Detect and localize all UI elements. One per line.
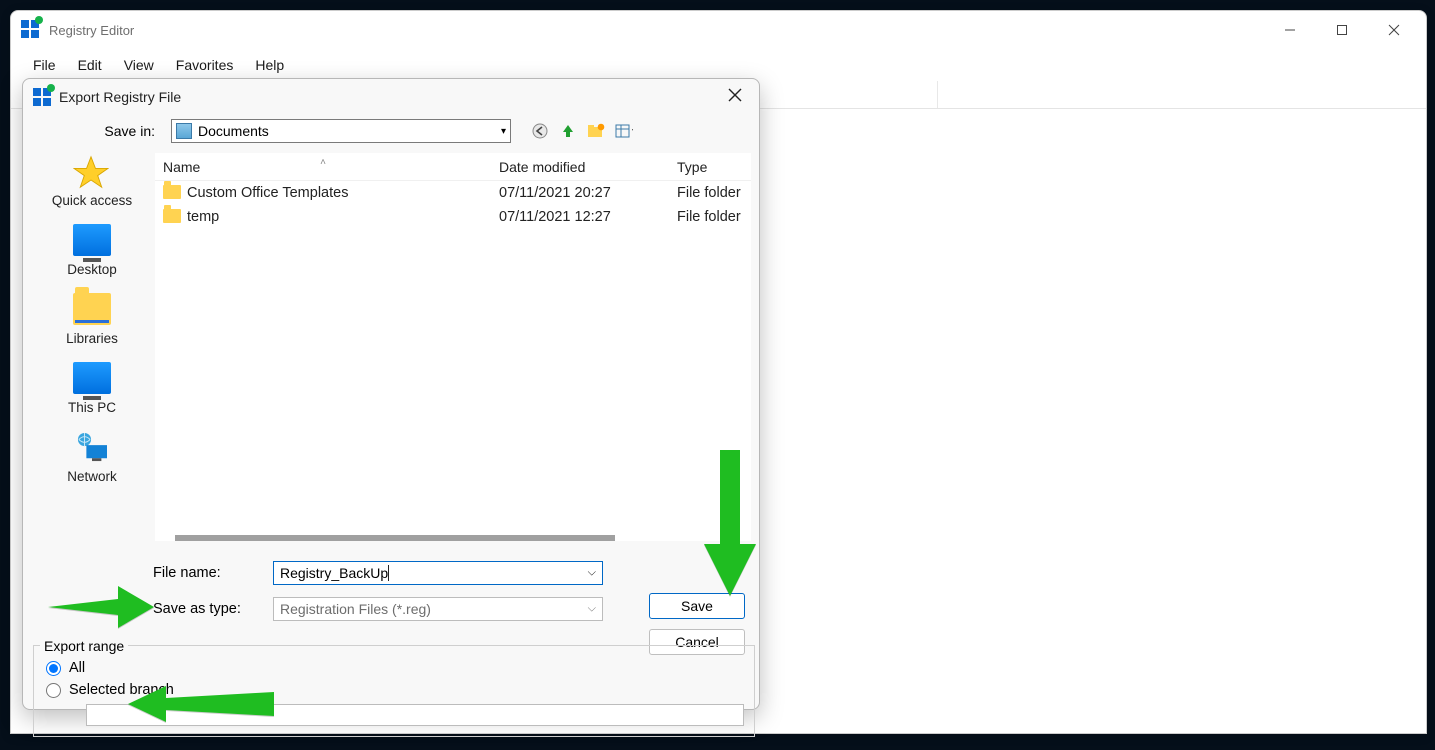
titlebar: Registry Editor	[11, 11, 1426, 49]
menu-help[interactable]: Help	[245, 53, 294, 77]
save-in-value: Documents	[198, 123, 269, 139]
export-range-legend: Export range	[40, 638, 128, 654]
menu-view[interactable]: View	[114, 53, 164, 77]
place-label: Network	[67, 469, 117, 484]
chevron-down-icon[interactable]: ⌵	[588, 567, 596, 580]
file-name-label: File name:	[153, 565, 273, 581]
list-header: Name˄ Date modified Type	[155, 153, 751, 181]
place-desktop[interactable]: Desktop	[31, 224, 153, 277]
place-label: Desktop	[67, 262, 117, 277]
place-network[interactable]: Network	[31, 431, 153, 484]
place-this-pc[interactable]: This PC	[31, 362, 153, 415]
dialog-toolbar	[531, 122, 633, 140]
maximize-button[interactable]	[1316, 11, 1368, 49]
list-item[interactable]: Custom Office Templates 07/11/2021 20:27…	[155, 181, 751, 205]
radio-all[interactable]	[46, 661, 61, 676]
annotation-arrow-filename	[46, 584, 156, 630]
dialog-app-icon	[33, 88, 51, 106]
place-libraries[interactable]: Libraries	[31, 293, 153, 346]
close-icon[interactable]	[721, 88, 749, 107]
annotation-arrow-all	[126, 684, 276, 724]
file-name-input[interactable]: Registry_BackUp ⌵	[273, 561, 603, 585]
place-label: Quick access	[52, 193, 132, 208]
radio-all-label: All	[69, 660, 85, 676]
place-label: This PC	[68, 400, 116, 415]
annotation-arrow-save	[700, 448, 760, 598]
menu-edit[interactable]: Edit	[68, 53, 112, 77]
menu-file[interactable]: File	[23, 53, 66, 77]
folder-icon	[163, 209, 181, 223]
radio-selected-branch[interactable]	[46, 683, 61, 698]
save-in-label: Save in:	[53, 123, 163, 139]
app-title: Registry Editor	[49, 23, 134, 38]
dialog-title: Export Registry File	[59, 89, 181, 105]
save-in-select[interactable]: Documents ▾	[171, 119, 511, 143]
window-controls	[1264, 11, 1420, 49]
star-icon	[73, 155, 111, 187]
save-in-row: Save in: Documents ▾	[23, 115, 759, 153]
place-quick-access[interactable]: Quick access	[31, 155, 153, 208]
regedit-app-icon	[21, 20, 41, 40]
file-list[interactable]: Name˄ Date modified Type Custom Office T…	[155, 153, 751, 541]
col-type[interactable]: Type	[669, 159, 751, 175]
place-label: Libraries	[66, 331, 118, 346]
close-button[interactable]	[1368, 11, 1420, 49]
thispc-icon	[73, 362, 111, 394]
documents-icon	[176, 123, 192, 139]
folder-icon	[163, 185, 181, 199]
menu-favorites[interactable]: Favorites	[166, 53, 244, 77]
col-name[interactable]: Name˄	[155, 159, 491, 175]
menubar: File Edit View Favorites Help	[11, 49, 1426, 81]
places-bar: Quick access Desktop Libraries This PC N…	[31, 153, 153, 541]
chevron-down-icon[interactable]: ⌵	[588, 603, 596, 616]
desktop-icon	[73, 224, 111, 256]
save-type-label: Save as type:	[153, 601, 273, 617]
view-menu-icon[interactable]	[615, 122, 633, 140]
list-item[interactable]: temp 07/11/2021 12:27 File folder	[155, 205, 751, 229]
col-date[interactable]: Date modified	[491, 159, 669, 175]
up-icon[interactable]	[559, 122, 577, 140]
chevron-down-icon: ▾	[501, 126, 506, 137]
libraries-icon	[73, 293, 111, 325]
horizontal-scrollbar[interactable]	[175, 535, 615, 541]
new-folder-icon[interactable]	[587, 122, 605, 140]
save-type-select[interactable]: Registration Files (*.reg) ⌵	[273, 597, 603, 621]
minimize-button[interactable]	[1264, 11, 1316, 49]
dialog-titlebar: Export Registry File	[23, 79, 759, 115]
sort-asc-icon: ˄	[320, 157, 326, 168]
network-icon	[73, 431, 111, 463]
back-icon[interactable]	[531, 122, 549, 140]
